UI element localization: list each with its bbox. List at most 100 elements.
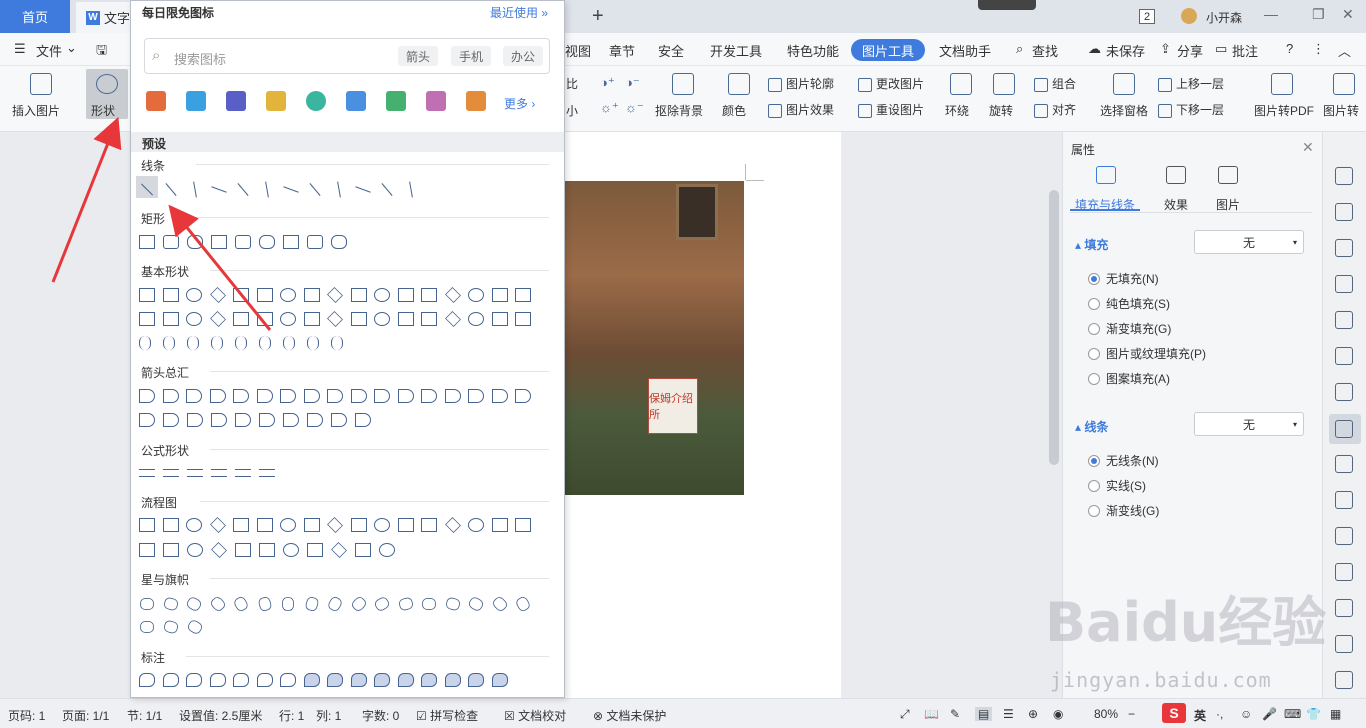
basic-shape-icon[interactable]: [303, 312, 320, 326]
arrow-shape-icon[interactable]: [235, 413, 251, 427]
ime-logo-icon[interactable]: S: [1162, 703, 1186, 723]
radio-no-fill[interactable]: 无填充(N): [1088, 270, 1159, 287]
basic-shape-icon[interactable]: [233, 288, 249, 302]
menu-find[interactable]: 查找: [1032, 41, 1058, 60]
selection-pane-button[interactable]: 选择窗格: [1100, 102, 1148, 119]
share-button[interactable]: 分享: [1177, 41, 1203, 60]
image-edit-icon[interactable]: [1335, 455, 1353, 473]
arrow-shape-icon[interactable]: [139, 389, 155, 403]
edit-mode-icon[interactable]: ✎: [950, 707, 960, 721]
eq-shape-icon[interactable]: [163, 469, 179, 477]
basic-shape-icon[interactable]: [397, 288, 414, 302]
eq-shape-icon[interactable]: [259, 469, 275, 477]
eq-shape-icon[interactable]: [139, 469, 155, 477]
layers-icon[interactable]: [1335, 311, 1353, 329]
arrow-shape-icon[interactable]: [468, 389, 484, 403]
scrollbar-thumb[interactable]: [1049, 190, 1059, 465]
zoom-level[interactable]: 80%: [1094, 707, 1118, 721]
chip-arrow[interactable]: 箭头: [398, 46, 439, 66]
brightness-up-icon[interactable]: ☼⁺: [600, 100, 619, 116]
wrap-button[interactable]: 环绕: [945, 102, 969, 119]
picture-tab-icon[interactable]: [1218, 166, 1238, 184]
team-icon[interactable]: [386, 91, 406, 111]
basic-shape-icon[interactable]: [303, 288, 320, 302]
align-button[interactable]: 对齐: [1034, 101, 1076, 118]
contrast-up-icon[interactable]: ◑⁺: [600, 75, 615, 91]
history-icon[interactable]: [1335, 671, 1353, 689]
skin-icon[interactable]: 👕: [1306, 707, 1321, 721]
unsaved-button[interactable]: 未保存: [1106, 41, 1145, 60]
menu-file[interactable]: 文件: [36, 41, 62, 60]
callout-shape-icon[interactable]: [421, 673, 437, 687]
export-icon[interactable]: [1335, 491, 1353, 509]
basic-shape-icon[interactable]: [421, 312, 437, 326]
basic-shape-icon[interactable]: [491, 288, 508, 302]
arrow-shape-icon[interactable]: [163, 413, 179, 427]
tab-document[interactable]: W 文字: [76, 2, 136, 33]
fill-line-icon[interactable]: [1096, 166, 1116, 184]
menu-developer[interactable]: 开发工具: [710, 41, 762, 60]
arrow-shape-icon[interactable]: [331, 413, 347, 427]
flow-shape-icon[interactable]: [515, 518, 531, 532]
flow-shape-icon[interactable]: [163, 543, 179, 557]
bracket-shape-icon[interactable]: [331, 336, 343, 350]
ime-language[interactable]: 英: [1194, 707, 1206, 724]
compress-label[interactable]: 小: [566, 102, 578, 119]
search-icon[interactable]: ⌕: [1016, 41, 1023, 57]
location-icon[interactable]: [1335, 239, 1353, 257]
callout-shape-icon[interactable]: [233, 673, 249, 687]
remove-background-icon[interactable]: [672, 73, 694, 95]
radio-gradient-line[interactable]: 渐变线(G): [1088, 502, 1159, 519]
basic-shape-icon[interactable]: [397, 312, 414, 326]
basic-shape-icon[interactable]: [162, 312, 179, 326]
flask-icon[interactable]: [426, 91, 446, 111]
callout-shape-icon[interactable]: [350, 673, 367, 687]
more-icons-link[interactable]: 更多 ›: [504, 95, 535, 112]
rect-shape-icon[interactable]: [187, 235, 203, 249]
callout-shape-icon[interactable]: [162, 673, 179, 687]
share-icon[interactable]: ⇪: [1160, 41, 1171, 57]
color-button[interactable]: 颜色: [722, 102, 746, 119]
flow-shape-icon[interactable]: [186, 518, 202, 532]
basic-shape-icon[interactable]: [515, 312, 531, 326]
brightness-down-icon[interactable]: ☼⁻: [625, 100, 644, 116]
star-shape-icon[interactable]: [422, 598, 436, 610]
keyboard-icon[interactable]: ⌨: [1284, 707, 1301, 721]
collapse-ribbon-icon[interactable]: ︿: [1338, 41, 1351, 60]
shapes-icon[interactable]: [1335, 275, 1353, 293]
spell-check-button[interactable]: ☑ 拼写检查: [416, 707, 478, 724]
flow-shape-icon[interactable]: [280, 518, 296, 532]
basic-shape-icon[interactable]: [256, 288, 273, 302]
properties-icon[interactable]: [1335, 420, 1353, 438]
star-shape-icon[interactable]: [140, 598, 154, 610]
new-tab-icon[interactable]: +: [592, 5, 604, 28]
contrast-down-icon[interactable]: ◑⁻: [625, 75, 640, 91]
rect-shape-icon[interactable]: [211, 235, 227, 249]
ime-punct-icon[interactable]: ·,: [1216, 707, 1223, 721]
icon-search-input[interactable]: 搜索图标: [174, 49, 226, 68]
flow-shape-icon[interactable]: [397, 518, 414, 532]
picture-to-pdf-button[interactable]: 图片转PDF: [1254, 102, 1314, 119]
callout-shape-icon[interactable]: [491, 673, 508, 687]
help-button[interactable]: ?: [1286, 41, 1293, 56]
flow-shape-icon[interactable]: [468, 518, 484, 532]
ratio-label[interactable]: 比: [566, 75, 578, 92]
arrow-shape-icon[interactable]: [444, 389, 461, 403]
flow-shape-icon[interactable]: [233, 518, 249, 532]
picture-to-pdf-icon[interactable]: [1271, 73, 1293, 95]
radio-pattern-fill[interactable]: 图案填充(A): [1088, 370, 1170, 387]
eq-shape-icon[interactable]: [235, 469, 251, 477]
arrow-shape-icon[interactable]: [374, 389, 390, 403]
radio-picture-fill[interactable]: 图片或纹理填充(P): [1088, 345, 1206, 362]
basic-shape-icon[interactable]: [491, 312, 508, 326]
star-shape-icon[interactable]: [282, 597, 294, 611]
status-row[interactable]: 行: 1: [279, 707, 304, 724]
eq-shape-icon[interactable]: [211, 469, 227, 477]
flow-shape-icon[interactable]: [303, 518, 320, 532]
fullscreen-icon[interactable]: ⤢: [900, 707, 910, 722]
rect-shape-icon[interactable]: [259, 235, 275, 249]
flow-shape-icon[interactable]: [259, 543, 275, 557]
bring-forward-button[interactable]: 上移一层: [1158, 75, 1224, 92]
arrow-shape-icon[interactable]: [307, 413, 323, 427]
doc-protect-button[interactable]: ⊗ 文档未保护: [593, 707, 666, 724]
